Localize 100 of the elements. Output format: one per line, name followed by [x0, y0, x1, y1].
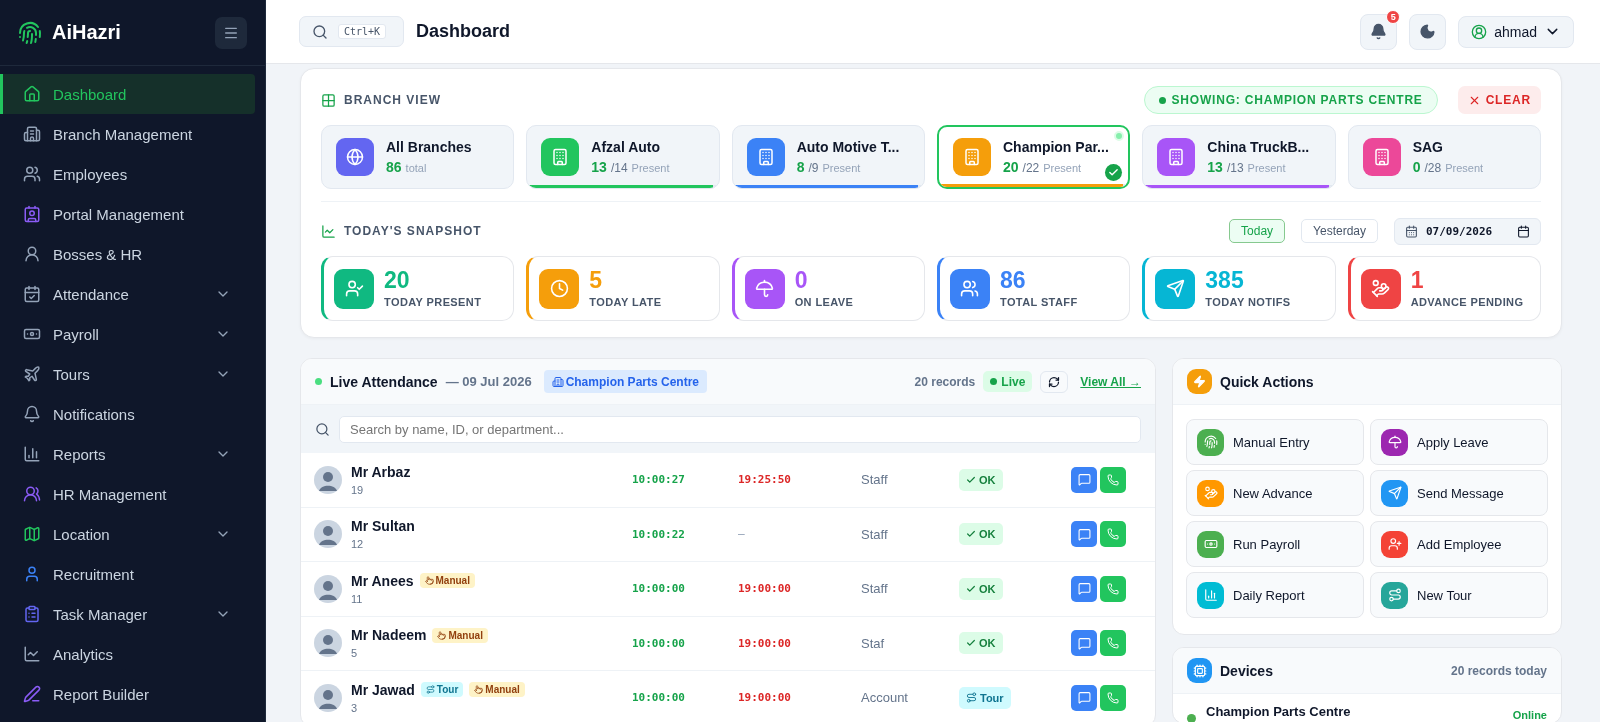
total-count: /13: [1226, 161, 1244, 175]
present-count: 13: [1207, 159, 1223, 175]
message-button[interactable]: [1071, 684, 1097, 711]
stat-value: 0: [794, 269, 809, 292]
branch-card[interactable]: Champion Par... 20 /22 Present: [937, 125, 1131, 189]
branch-tag: Champion Parts Centre: [543, 370, 707, 393]
message-button[interactable]: [1071, 630, 1097, 657]
count-label: Present: [631, 162, 670, 174]
panel-title: Quick Actions: [1220, 373, 1314, 390]
theme-toggle-button[interactable]: [1409, 13, 1447, 50]
count-label: total: [405, 162, 427, 174]
phone-icon: [1107, 473, 1119, 486]
sidebar-item[interactable]: Attendance: [0, 274, 255, 314]
check-out-time: 19:00:00: [738, 691, 792, 705]
sidebar-item[interactable]: Employees: [0, 154, 255, 194]
calendar-icon: [1405, 224, 1418, 238]
house-icon: [23, 85, 41, 103]
search-field[interactable]: Search by name, ID, or department...: [339, 415, 1141, 443]
page-title: Dashboard: [416, 21, 512, 42]
check-in-time: 10:00:22: [632, 527, 686, 541]
check-icon: [966, 638, 976, 649]
stat-value: 86: [1000, 269, 1027, 292]
building-icon: [551, 375, 564, 388]
avatar: [314, 465, 342, 494]
sidebar-item[interactable]: Tours: [0, 354, 255, 394]
clear-button[interactable]: CLEAR: [1457, 86, 1541, 114]
employee-id: 5: [351, 647, 359, 660]
present-count: 13: [591, 159, 607, 175]
check-icon: [966, 583, 976, 594]
phone-icon: [1107, 637, 1119, 650]
employee-id: 11: [351, 592, 364, 605]
quick-action-button[interactable]: Run Payroll: [1186, 521, 1364, 567]
sidebar-item[interactable]: Location: [0, 514, 255, 554]
message-icon: [1077, 636, 1091, 650]
calendar-icon: [23, 285, 41, 303]
message-button[interactable]: [1071, 466, 1097, 493]
section-title: BRANCH VIEW: [344, 93, 442, 107]
check-out-time: –: [738, 527, 746, 542]
refresh-button[interactable]: [1040, 370, 1069, 393]
search-button[interactable]: Ctrl+K: [299, 16, 404, 47]
sidebar-item[interactable]: Recruitment: [0, 554, 255, 594]
employee-name: Mr Nadeem: [351, 627, 427, 644]
live-badge: Live: [983, 371, 1033, 392]
quick-action-button[interactable]: New Tour: [1370, 572, 1548, 618]
phone-button[interactable]: [1100, 684, 1126, 711]
moon-icon: [1419, 23, 1437, 40]
stat-label: ADVANCE PENDING: [1410, 296, 1524, 308]
message-button[interactable]: [1071, 521, 1097, 548]
present-count: 86: [386, 159, 402, 175]
phone-button[interactable]: [1100, 575, 1126, 602]
branch-name: Auto Motive T...: [796, 139, 900, 155]
panel-title: Devices: [1220, 662, 1273, 679]
quick-action-button[interactable]: Send Message: [1370, 470, 1548, 516]
date-field[interactable]: 07/09/2026: [1394, 217, 1541, 245]
check-icon: [966, 474, 976, 485]
phone-button[interactable]: [1100, 521, 1126, 548]
phone-button[interactable]: [1100, 466, 1126, 493]
sidebar-item[interactable]: Reports: [0, 434, 255, 474]
sidebar-item[interactable]: Payroll: [0, 314, 255, 354]
branch-card[interactable]: All Branches 86 total: [321, 125, 515, 189]
notifications-button[interactable]: 5: [1360, 13, 1398, 50]
sidebar-item[interactable]: Portal Management: [0, 194, 255, 234]
sidebar-item[interactable]: Notifications: [0, 394, 255, 434]
user-menu-button[interactable]: ahmad: [1458, 15, 1574, 48]
status-badge: OK: [959, 577, 1003, 600]
quick-action-button[interactable]: Add Employee: [1370, 521, 1548, 567]
count-label: Present: [1445, 162, 1484, 174]
menu-button[interactable]: [215, 16, 247, 49]
phone-button[interactable]: [1100, 630, 1126, 657]
quick-action-button[interactable]: Manual Entry: [1186, 419, 1364, 465]
sidebar-item[interactable]: Branch Management: [0, 114, 255, 154]
employee-name: Mr Jawad: [351, 681, 415, 698]
stat-label: ON LEAVE: [794, 296, 854, 308]
count-label: Present: [822, 162, 861, 174]
sidebar-item[interactable]: Report Builder: [0, 674, 255, 714]
route-icon: [966, 692, 977, 704]
sidebar-item[interactable]: Bosses & HR: [0, 234, 255, 274]
calendar-icon: [1517, 224, 1530, 238]
quick-action-button[interactable]: Apply Leave: [1370, 419, 1548, 465]
device-status: Online: [1512, 708, 1547, 721]
quick-action-button[interactable]: Daily Report: [1186, 572, 1364, 618]
sidebar-item[interactable]: Analytics: [0, 634, 255, 674]
quick-action-button[interactable]: New Advance: [1186, 470, 1364, 516]
sidebar-item[interactable]: HR Management: [0, 474, 255, 514]
route-icon: [425, 685, 435, 695]
filter-tab[interactable]: Yesterday: [1301, 219, 1378, 243]
branch-card[interactable]: Afzal Auto 13 /14 Present: [526, 125, 720, 189]
message-button[interactable]: [1071, 575, 1097, 602]
search-icon: [312, 23, 328, 40]
notification-count: 5: [1386, 9, 1401, 24]
branch-name: Champion Par...: [1003, 139, 1109, 155]
check-out-time: 19:00:00: [738, 636, 792, 650]
hand-icon: [474, 685, 484, 695]
branch-card[interactable]: China TruckB... 13 /13 Present: [1142, 125, 1336, 189]
stat-label: TODAY PRESENT: [384, 296, 482, 308]
branch-card[interactable]: Auto Motive T... 8 /9 Present: [731, 125, 925, 189]
sidebar-item[interactable]: Task Manager: [0, 594, 255, 634]
bell-icon: [23, 405, 41, 423]
sidebar-item[interactable]: Dashboard: [0, 74, 255, 114]
branch-card[interactable]: SAG 0 /28 Present: [1347, 125, 1541, 189]
